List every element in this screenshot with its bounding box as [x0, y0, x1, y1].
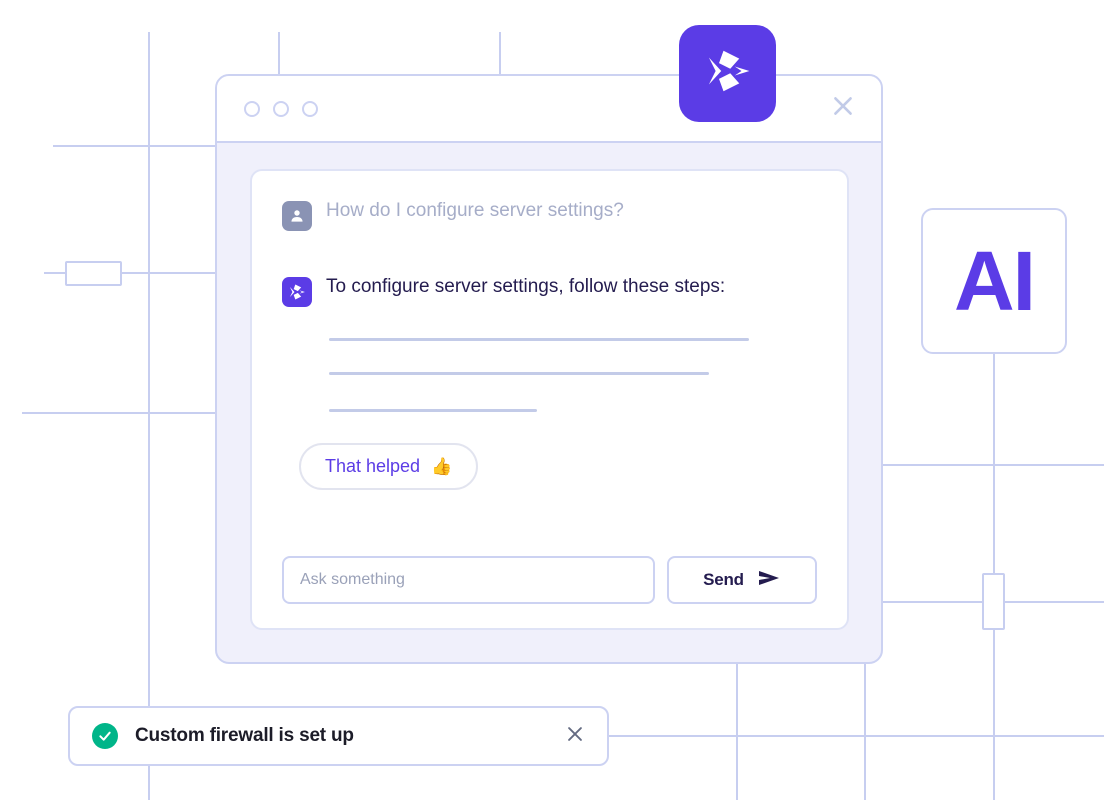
toast-notification: Custom firewall is set up	[68, 706, 609, 766]
grid-box-left	[65, 261, 122, 286]
chat-window: How do I configure server settings? To c…	[215, 74, 883, 664]
traffic-dot-close[interactable]	[244, 100, 260, 117]
traffic-dot-maximize[interactable]	[302, 100, 318, 117]
brand-arrow-logo-icon	[701, 44, 755, 103]
toast-close-button[interactable]	[561, 722, 589, 750]
grid-line-horizontal	[120, 272, 215, 274]
grid-box-right	[982, 573, 1005, 630]
chat-message-assistant: To configure server settings, follow the…	[282, 275, 817, 307]
grid-line-horizontal	[883, 464, 1104, 466]
screenshot-root: AI How do I configure server settings? T…	[0, 0, 1104, 800]
window-close-button[interactable]	[827, 93, 859, 125]
send-button[interactable]: Send	[667, 556, 817, 604]
chat-message-user-text: How do I configure server settings?	[326, 200, 624, 221]
skeleton-line	[329, 372, 709, 375]
grid-line-horizontal	[1005, 601, 1104, 603]
grid-line-vertical	[278, 32, 280, 74]
ai-badge-label: AI	[954, 234, 1036, 328]
thumbs-up-icon: 👍	[431, 456, 453, 476]
close-icon	[564, 723, 586, 750]
traffic-dot-minimize[interactable]	[273, 100, 289, 117]
skeleton-line	[329, 409, 537, 412]
grid-line-horizontal	[883, 601, 993, 603]
app-logo-badge	[679, 25, 776, 122]
ai-badge: AI	[921, 208, 1067, 354]
grid-line-vertical	[993, 630, 995, 800]
answer-skeleton-lines	[329, 338, 817, 412]
send-arrow-icon	[757, 568, 781, 593]
grid-line-horizontal	[22, 412, 215, 414]
grid-line-vertical	[736, 664, 738, 800]
chat-panel: How do I configure server settings? To c…	[250, 169, 849, 630]
user-avatar-icon	[282, 201, 312, 231]
that-helped-label: That helped	[325, 456, 421, 476]
grid-line-horizontal	[609, 735, 1104, 737]
chat-message-assistant-text: To configure server settings, follow the…	[326, 276, 726, 297]
chat-message-user: How do I configure server settings?	[282, 199, 817, 231]
window-traffic-lights	[244, 100, 318, 117]
skeleton-line	[329, 338, 749, 341]
brand-arrow-logo-icon	[282, 277, 312, 307]
grid-line-vertical	[148, 32, 150, 800]
message-composer: Send	[282, 556, 817, 604]
close-icon	[830, 93, 856, 124]
that-helped-button[interactable]: That helped 👍	[299, 443, 479, 490]
window-titlebar	[217, 76, 881, 143]
window-body: How do I configure server settings? To c…	[217, 143, 881, 662]
send-button-label: Send	[703, 570, 744, 589]
ask-input[interactable]	[282, 556, 655, 604]
check-circle-icon	[92, 723, 118, 749]
grid-line-horizontal	[53, 145, 215, 147]
toast-message: Custom firewall is set up	[135, 725, 354, 746]
grid-line-vertical	[499, 32, 501, 74]
